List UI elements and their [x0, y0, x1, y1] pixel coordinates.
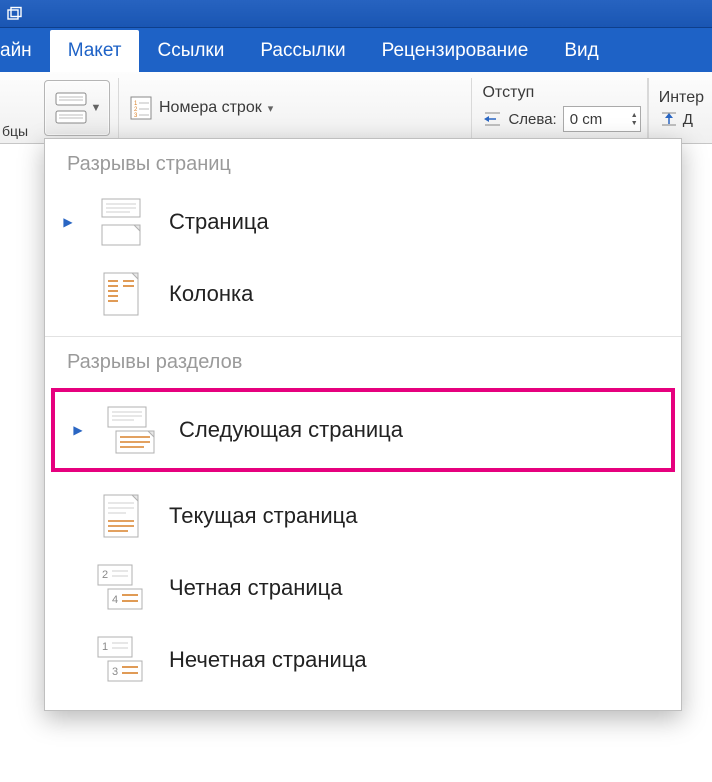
indent-left-input[interactable]: 0 cm ▲▼ — [563, 106, 641, 132]
dropdown-section-page-breaks: Разрывы страниц — [45, 139, 681, 186]
document-area: Разрывы страниц ▶ Страница — [0, 144, 712, 782]
chevron-down-icon: ▾ — [268, 102, 274, 115]
menu-item-label: Четная страница — [169, 575, 342, 601]
title-bar — [0, 0, 712, 28]
active-marker-icon: ▶ — [63, 215, 73, 229]
indent-left-icon — [482, 111, 502, 127]
continuous-break-icon — [93, 490, 149, 542]
tab-review[interactable]: Рецензирование — [364, 30, 547, 72]
menu-item-even-page[interactable]: 2 4 Четная страница — [45, 552, 681, 624]
odd-page-break-icon: 1 3 — [93, 634, 149, 686]
indent-left-value: 0 cm — [570, 111, 603, 128]
dropdown-section-section-breaks: Разрывы разделов — [45, 337, 681, 384]
chevron-down-icon: ▼ — [91, 102, 102, 114]
tab-layout[interactable]: Макет — [50, 30, 140, 72]
indent-left-label: Слева: — [508, 111, 556, 128]
window-restore-button[interactable] — [0, 3, 28, 25]
column-break-icon — [93, 268, 149, 320]
ribbon-tabs: айн Макет Ссылки Рассылки Рецензирование… — [0, 28, 712, 72]
svg-text:4: 4 — [112, 594, 118, 606]
line-numbers-icon: 1 2 3 — [127, 95, 153, 121]
indent-header: Отступ — [482, 84, 640, 102]
ribbon-group-indent: Отступ Слева: 0 cm ▲▼ — [471, 78, 647, 138]
spacing-before-icon — [659, 111, 679, 127]
columns-label-partial: бцы — [0, 123, 28, 139]
ribbon-group-line-numbers: 1 2 3 Номера строк ▾ — [119, 78, 281, 138]
svg-text:3: 3 — [112, 666, 118, 678]
menu-item-continuous[interactable]: Текущая страница — [45, 480, 681, 552]
tab-view[interactable]: Вид — [546, 30, 616, 72]
highlight-annotation: ▶ Следующая страница — [51, 388, 675, 472]
menu-item-column-break[interactable]: Колонка — [45, 258, 681, 330]
svg-text:1: 1 — [102, 641, 108, 653]
menu-item-page-break[interactable]: ▶ Страница — [45, 186, 681, 258]
spacing-header: Интер — [659, 89, 704, 107]
active-marker-icon: ▶ — [73, 423, 83, 437]
breaks-dropdown-button[interactable]: ▼ — [44, 80, 110, 136]
menu-item-next-page[interactable]: ▶ Следующая страница — [55, 394, 671, 466]
even-page-break-icon: 2 4 — [93, 562, 149, 614]
menu-item-label: Следующая страница — [179, 417, 403, 443]
line-numbers-button[interactable]: 1 2 3 Номера строк ▾ — [127, 95, 273, 121]
menu-item-label: Колонка — [169, 281, 253, 307]
next-page-break-icon — [103, 404, 159, 456]
menu-item-label: Страница — [169, 209, 269, 235]
line-numbers-label: Номера строк — [159, 99, 262, 117]
menu-item-label: Нечетная страница — [169, 647, 367, 673]
menu-item-label: Текущая страница — [169, 503, 358, 529]
svg-text:2: 2 — [102, 569, 108, 581]
spacing-before-label-partial: Д — [683, 111, 693, 128]
spinner-arrows[interactable]: ▲▼ — [631, 112, 638, 127]
page-break-icon — [93, 196, 149, 248]
ribbon: бцы ▼ 1 2 3 Номера строк ▾ — [0, 72, 712, 144]
tab-references[interactable]: Ссылки — [139, 30, 242, 72]
breaks-dropdown-menu: Разрывы страниц ▶ Страница — [44, 138, 682, 711]
ribbon-group-spacing: Интер Д — [648, 78, 712, 138]
tab-mailings[interactable]: Рассылки — [242, 30, 363, 72]
menu-item-odd-page[interactable]: 1 3 Нечетная страница — [45, 624, 681, 696]
tab-design[interactable]: айн — [0, 30, 50, 72]
breaks-icon — [53, 90, 89, 126]
